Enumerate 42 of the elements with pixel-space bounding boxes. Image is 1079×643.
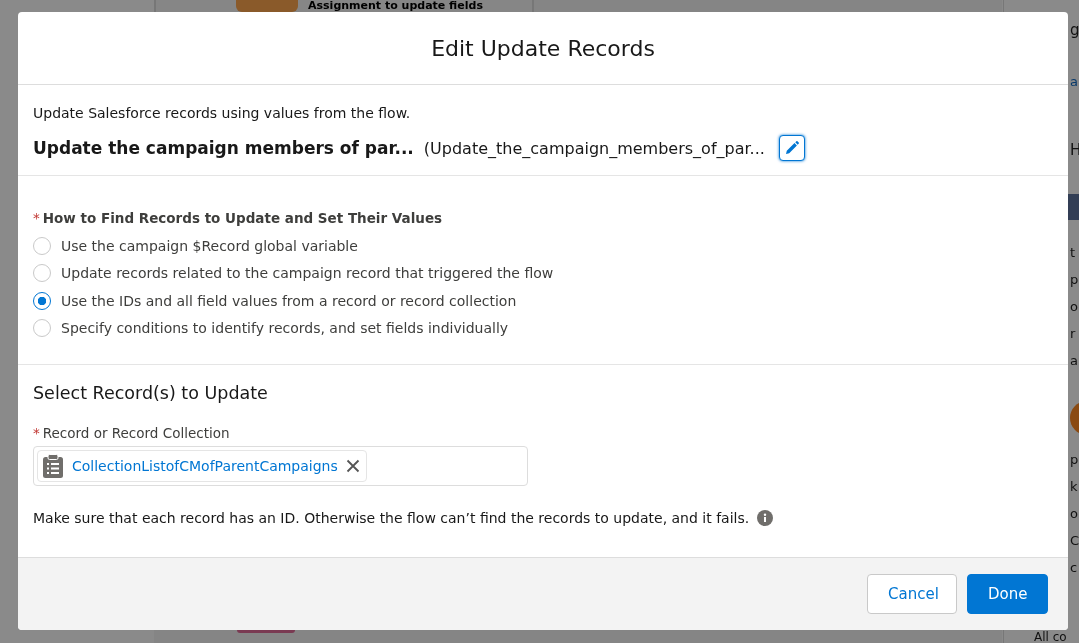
panel-text: t (1070, 244, 1077, 262)
api-name: (Update_the_campaign_members_of_par... (423, 138, 765, 158)
record-field[interactable]: CollectionListofCMofParentCampaigns (33, 446, 528, 486)
panel-link[interactable]: a (1070, 74, 1079, 96)
cancel-button[interactable]: Cancel (867, 574, 957, 614)
field-label: Record or Record Collection (42, 425, 230, 441)
element-title: Assignment to update fields (308, 0, 483, 12)
panel-text: p (1070, 451, 1079, 469)
radio-button[interactable] (33, 264, 51, 283)
done-button[interactable]: Done (967, 574, 1048, 614)
modal-title: Edit Update Records (431, 35, 655, 61)
required-asterisk: * (33, 210, 40, 226)
panel-text: o (1070, 505, 1079, 523)
panel-text: a (1070, 352, 1079, 370)
record-pill[interactable]: CollectionListofCMofParentCampaigns (37, 450, 367, 482)
info-icon[interactable] (757, 510, 774, 526)
radio-button[interactable] (33, 236, 51, 255)
panel-heading: g (1070, 20, 1079, 41)
radio-option[interactable]: Use the campaign $Record global variable (33, 232, 1053, 260)
element-label: Update the campaign members of par... (33, 138, 414, 158)
radio-option[interactable]: Use the IDs and all field values from a record or record collection (33, 287, 1053, 315)
radio-button[interactable] (33, 291, 51, 310)
radio-option[interactable]: Specify conditions to identify records, and set fields individually (33, 314, 1053, 342)
options-label: How to Find Records to Update and Set Their Values (42, 210, 443, 226)
panel-text: c (1070, 559, 1079, 577)
section-title: Select Record(s) to Update (33, 383, 269, 403)
edit-button[interactable] (778, 135, 805, 161)
panel-text: All co (1034, 631, 1067, 643)
radio-option[interactable]: Update records related to the campaign record that triggered the flow (33, 259, 1053, 287)
panel-text: C (1070, 532, 1079, 550)
clipboard-icon (42, 454, 64, 478)
pencil-icon (784, 141, 799, 155)
close-icon[interactable] (345, 459, 360, 473)
required-asterisk: * (33, 425, 40, 441)
panel-text: p (1070, 271, 1079, 289)
panel-text: r (1070, 325, 1077, 343)
panel-text: k (1070, 478, 1079, 496)
panel-text: o (1070, 298, 1079, 316)
radio-button[interactable] (33, 319, 51, 338)
help-text: Make sure that each record has an ID. Otherwise the flow can’t find the records to update, and it fails. (33, 510, 750, 526)
panel-heading: H (1070, 140, 1079, 161)
description-text: Update Salesforce records using values from the flow. (33, 105, 412, 121)
